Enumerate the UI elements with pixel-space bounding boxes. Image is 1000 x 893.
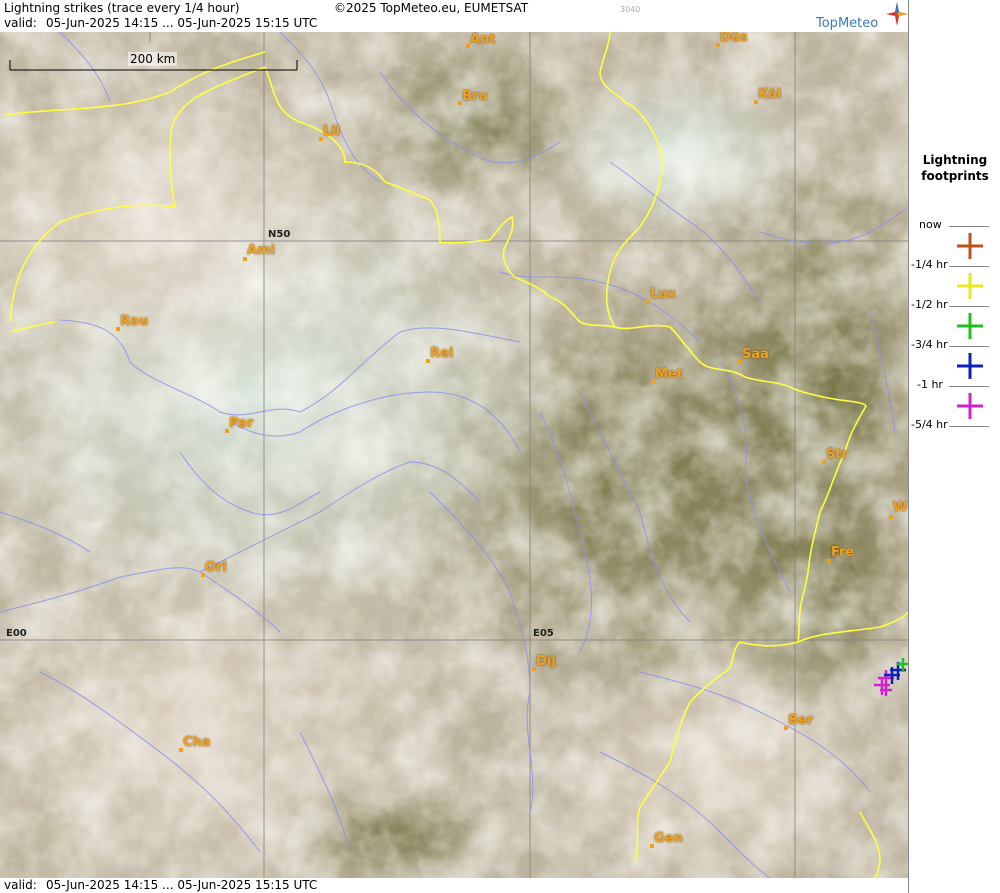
city-kol: Köl (758, 87, 782, 102)
satellite-map[interactable]: 200 km N50 E00 E05 Ant Düs Bru Köl Lil A… (0, 32, 908, 878)
valid-range: 05-Jun-2025 14:15 ... 05-Jun-2025 15:15 … (46, 16, 318, 30)
map-title: Lightning strikes (trace every 1/4 hour) (4, 1, 240, 15)
city-cha: Cha (183, 735, 211, 750)
compass-star-icon (886, 2, 908, 26)
scale-label: 200 km (128, 52, 178, 66)
logo-text: TopMeteo (816, 16, 879, 31)
city-dus: Düs (720, 32, 748, 45)
city-dij: Dij (536, 654, 556, 669)
legend-title-line1: Lightning (922, 153, 988, 167)
city-bru: Bru (462, 89, 488, 104)
city-w: W (893, 500, 908, 515)
city-str: Str (826, 447, 848, 462)
footer-valid-range: 05-Jun-2025 14:15 ... 05-Jun-2025 15:15 … (46, 878, 318, 892)
legend-title-line2: footprints (921, 169, 989, 183)
lightning-cross-icon-one-hour (957, 353, 983, 379)
legend-label-one-hour: -1 hr (917, 378, 943, 391)
legend-title: Lightning footprints (909, 152, 1000, 184)
lightning-cross-icon-three-quarter (957, 313, 983, 339)
map-header: Lightning strikes (trace every 1/4 hour)… (0, 0, 908, 32)
city-ant: Ant (470, 32, 496, 47)
city-par: Par (229, 416, 254, 431)
lightning-cross-icon-half (957, 273, 983, 299)
city-orl: Orl (205, 560, 227, 575)
legend-label-half: -1/2 hr (911, 298, 948, 311)
map-canvas (0, 32, 908, 878)
city-rou: Rou (120, 314, 149, 329)
city-lil: Lil (323, 124, 341, 139)
city-saa: Saa (742, 347, 769, 362)
product-code: 3040 (620, 5, 641, 14)
copyright: ©2025 TopMeteo.eu, EUMETSAT (334, 1, 529, 15)
legend-label-now: now (919, 218, 942, 231)
city-ami: Ami (247, 243, 276, 258)
footer-valid-label: valid: (4, 878, 37, 892)
city-lux: Lux (650, 287, 676, 302)
legend-label-three-quarter: -3/4 hr (911, 338, 948, 351)
lat-label-n50: N50 (268, 229, 291, 240)
lightning-cross-icon-quarter (957, 233, 983, 259)
legend-label-five-quarter: -5/4 hr (911, 418, 948, 431)
valid-label: valid: (4, 16, 37, 30)
lon-label-e00: E00 (6, 628, 27, 639)
map-footer: valid: 05-Jun-2025 14:15 ... 05-Jun-2025… (0, 878, 908, 893)
city-ber: Ber (788, 713, 814, 728)
city-fre: Fre (831, 545, 855, 560)
lightning-cross-icon-five-quarter (957, 393, 983, 419)
city-rei: Rei (430, 346, 454, 361)
city-gen: Gen (654, 831, 683, 846)
city-met: Met (655, 367, 683, 382)
legend-label-quarter: -1/4 hr (911, 258, 948, 271)
topmeteo-logo[interactable]: TopMeteo (812, 2, 908, 32)
lon-label-e05: E05 (533, 628, 554, 639)
legend-panel: Lightning footprints now -1/4 hr -1/2 hr… (908, 0, 1000, 893)
